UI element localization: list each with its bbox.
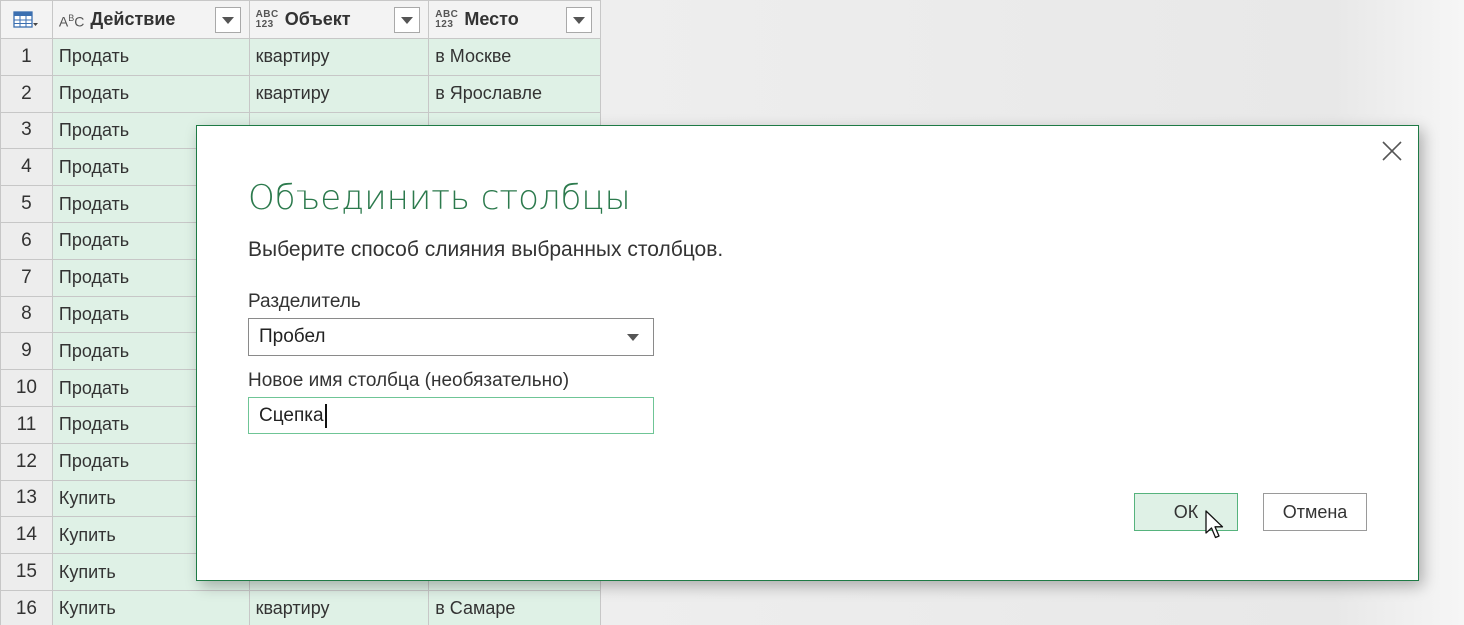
row-number[interactable]: 3 bbox=[0, 111, 53, 150]
new-column-name-input[interactable]: Сцепка bbox=[248, 397, 654, 434]
row-number[interactable]: 6 bbox=[0, 221, 53, 260]
cell-action[interactable]: Продать bbox=[51, 74, 250, 113]
separator-value: Пробел bbox=[259, 326, 326, 347]
table-menu-button[interactable] bbox=[0, 0, 53, 39]
cell-place[interactable]: в Ярославле bbox=[428, 74, 601, 113]
row-number[interactable]: 9 bbox=[0, 332, 53, 371]
cell-action[interactable]: Продать bbox=[51, 38, 250, 76]
new-column-name-label: Новое имя столбца (необязательно) bbox=[248, 370, 570, 391]
row-number[interactable]: 4 bbox=[0, 148, 53, 187]
header-row: ABC Действие ABC 123 Объект ABC 123 Мест… bbox=[0, 0, 601, 39]
row-number[interactable]: 5 bbox=[0, 185, 53, 223]
column-header-action[interactable]: ABC Действие bbox=[51, 0, 250, 39]
text-caret bbox=[324, 403, 327, 428]
close-icon bbox=[1382, 141, 1402, 161]
row-number[interactable]: 16 bbox=[0, 589, 53, 625]
table-row: 16 Купить квартиру в Самаре bbox=[0, 589, 601, 625]
cell-place[interactable]: в Москве bbox=[428, 38, 601, 76]
any-type-icon: ABC 123 bbox=[435, 8, 459, 30]
chevron-down-icon bbox=[221, 16, 234, 24]
column-header-label: Действие bbox=[90, 9, 176, 29]
row-number[interactable]: 8 bbox=[0, 295, 53, 334]
row-number[interactable]: 11 bbox=[0, 405, 53, 444]
cell-object[interactable]: квартиру bbox=[248, 38, 430, 76]
filter-dropdown-button[interactable] bbox=[566, 7, 592, 33]
cell-object[interactable]: квартиру bbox=[248, 589, 430, 625]
row-number[interactable]: 14 bbox=[0, 516, 53, 555]
any-type-icon: ABC 123 bbox=[255, 8, 279, 30]
chevron-down-icon bbox=[627, 334, 639, 341]
table-icon bbox=[1, 2, 51, 38]
new-column-name-value: Сцепка bbox=[259, 404, 324, 426]
text-type-icon: ABC bbox=[58, 12, 85, 30]
column-header-place[interactable]: ABC 123 Место bbox=[428, 0, 601, 39]
column-header-label: Место bbox=[464, 9, 519, 29]
row-number[interactable]: 1 bbox=[0, 38, 53, 76]
chevron-down-icon bbox=[401, 16, 414, 24]
row-number[interactable]: 15 bbox=[0, 553, 53, 591]
mouse-pointer-icon bbox=[1205, 510, 1224, 539]
column-header-object[interactable]: ABC 123 Объект bbox=[248, 0, 430, 39]
row-number[interactable]: 13 bbox=[0, 479, 53, 518]
separator-label: Разделитель bbox=[248, 291, 361, 312]
table-row: 2 Продать квартиру в Ярославле bbox=[0, 74, 601, 113]
cell-object[interactable]: квартиру bbox=[248, 74, 430, 113]
table-row: 1 Продать квартиру в Москве bbox=[0, 38, 601, 76]
row-number[interactable]: 7 bbox=[0, 258, 53, 297]
dialog-subtitle: Выберите способ слияния выбранных столбц… bbox=[248, 238, 724, 261]
cell-action[interactable]: Купить bbox=[51, 589, 250, 625]
merge-columns-dialog: Объединить столбцы Выберите способ слиян… bbox=[196, 125, 1419, 581]
column-header-label: Объект bbox=[284, 9, 351, 29]
filter-dropdown-button[interactable] bbox=[214, 7, 241, 33]
cell-place[interactable]: в Самаре bbox=[428, 589, 601, 625]
cancel-button[interactable]: Отмена bbox=[1263, 493, 1367, 531]
chevron-down-icon bbox=[573, 16, 585, 24]
row-number[interactable]: 10 bbox=[0, 369, 53, 407]
close-button[interactable] bbox=[1377, 136, 1407, 166]
row-number[interactable]: 12 bbox=[0, 442, 53, 481]
separator-select[interactable]: Пробел bbox=[248, 318, 654, 356]
filter-dropdown-button[interactable] bbox=[394, 7, 421, 33]
row-number[interactable]: 2 bbox=[0, 74, 53, 113]
dialog-title: Объединить столбцы bbox=[248, 178, 631, 218]
